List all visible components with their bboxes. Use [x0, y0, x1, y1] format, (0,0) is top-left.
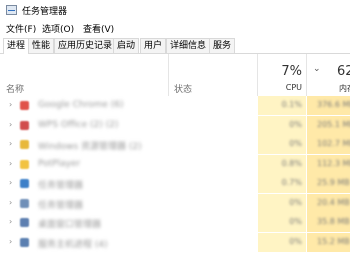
- task-manager-icon: [6, 5, 17, 15]
- process-name: 任务管理器: [38, 200, 84, 211]
- memory-value: 205.1 MB: [317, 119, 350, 129]
- memory-value: 35.8 MB: [317, 217, 350, 226]
- process-icon: [20, 140, 29, 149]
- tab-details[interactable]: 详细信息: [166, 38, 211, 53]
- process-name: WPS Office (2) (2): [38, 119, 119, 130]
- menu-file[interactable]: 文件(F): [6, 22, 36, 35]
- expand-chevron-icon[interactable]: ›: [9, 139, 12, 148]
- cpu-cell: 0%: [258, 135, 306, 154]
- tab-performance[interactable]: 性能: [28, 38, 55, 53]
- column-status[interactable]: 状态: [174, 82, 192, 95]
- cpu-cell: 0%: [258, 232, 306, 252]
- table-row[interactable]: › PotPlayer 0.8% 112.3 MB: [0, 154, 350, 174]
- column-name[interactable]: 名称: [6, 82, 24, 95]
- window-title: 任务管理器: [22, 7, 68, 17]
- process-icon: [20, 237, 29, 247]
- cpu-cell: 0.1%: [258, 96, 306, 115]
- table-row[interactable]: › 服务主机进程 (4) 0% 15.2 MB: [0, 232, 350, 252]
- process-icon: [20, 120, 29, 130]
- menu-view[interactable]: 查看(V): [83, 22, 114, 35]
- tab-services[interactable]: 服务: [209, 38, 236, 53]
- menu-bar: 文件(F) 选项(O) 查看(V): [0, 21, 350, 35]
- memory-value: 15.2 MB: [317, 236, 350, 246]
- cpu-value: 0%: [289, 197, 302, 207]
- column-headers: 名称 状态 7% CPU ⌄ 62% 内存: [0, 54, 350, 96]
- cpu-cell: 0.8%: [258, 154, 306, 174]
- title-bar: 任务管理器: [0, 0, 350, 20]
- cpu-value: 0.1%: [281, 100, 302, 109]
- column-divider: [168, 54, 169, 96]
- memory-value: 376.6 MB: [317, 100, 350, 109]
- process-name: Google Chrome (6): [38, 100, 124, 110]
- memory-value: 25.9 MB: [317, 178, 350, 187]
- column-memory[interactable]: ⌄ 62% 内存: [307, 54, 350, 96]
- cpu-value: 0.8%: [281, 158, 302, 168]
- expand-chevron-icon[interactable]: ›: [9, 198, 12, 207]
- table-row[interactable]: › 桌面窗口管理器 0% 35.8 MB: [0, 213, 350, 232]
- memory-cell: 25.9 MB: [307, 174, 350, 193]
- memory-cell: 20.4 MB: [307, 193, 350, 213]
- process-icon: [20, 179, 29, 188]
- sort-chevron-down-icon: ⌄: [313, 64, 321, 74]
- cpu-label: CPU: [285, 83, 302, 92]
- expand-chevron-icon[interactable]: ›: [9, 100, 12, 109]
- table-row[interactable]: › 任务管理器 0.7% 25.9 MB: [0, 174, 350, 193]
- memory-cell: 15.2 MB: [307, 232, 350, 252]
- tab-bar: 进程 性能 应用历史记录 启动 用户 详细信息 服务: [0, 38, 350, 54]
- table-row[interactable]: › 任务管理器 0% 20.4 MB: [0, 193, 350, 213]
- process-icon: [20, 101, 29, 110]
- cpu-value: 0.7%: [281, 178, 302, 187]
- process-icon: [20, 159, 29, 169]
- memory-cell: 205.1 MB: [307, 115, 350, 135]
- cpu-value: 0%: [289, 217, 302, 226]
- memory-cell: 112.3 MB: [307, 154, 350, 174]
- expand-chevron-icon[interactable]: ›: [9, 237, 12, 246]
- memory-total-percent: 62%: [337, 64, 350, 79]
- memory-cell: 35.8 MB: [307, 213, 350, 232]
- memory-value: 20.4 MB: [317, 197, 350, 207]
- process-icon: [20, 198, 29, 208]
- process-list: › Google Chrome (6) 0.1% 376.6 MB › WPS Offic…: [0, 96, 350, 260]
- cpu-total-percent: 7%: [281, 64, 302, 79]
- expand-chevron-icon[interactable]: ›: [9, 120, 12, 129]
- tab-users[interactable]: 用户: [140, 38, 167, 53]
- expand-chevron-icon[interactable]: ›: [9, 217, 12, 226]
- process-name: 任务管理器: [38, 181, 84, 191]
- process-name: 桌面窗口管理器: [38, 220, 102, 230]
- cpu-value: 0%: [289, 119, 302, 129]
- process-name: Windows 资源管理器 (2): [38, 142, 142, 152]
- expand-chevron-icon[interactable]: ›: [9, 178, 12, 187]
- memory-cell: 102.7 MB: [307, 135, 350, 154]
- cpu-cell: 0%: [258, 193, 306, 213]
- tab-processes[interactable]: 进程: [3, 38, 30, 54]
- memory-value: 112.3 MB: [317, 158, 350, 168]
- process-icon: [20, 218, 29, 227]
- table-row[interactable]: › WPS Office (2) (2) 0% 205.1 MB: [0, 115, 350, 135]
- menu-options[interactable]: 选项(O): [42, 22, 74, 35]
- cpu-value: 0%: [289, 139, 302, 148]
- memory-label: 内存: [339, 84, 350, 93]
- expand-chevron-icon[interactable]: ›: [9, 159, 12, 168]
- process-name: 服务主机进程 (4): [38, 239, 108, 250]
- table-row[interactable]: › Google Chrome (6) 0.1% 376.6 MB: [0, 96, 350, 115]
- memory-cell: 376.6 MB: [307, 96, 350, 115]
- process-name: PotPlayer: [38, 158, 81, 169]
- tab-app-history[interactable]: 应用历史记录: [54, 38, 117, 53]
- tab-startup[interactable]: 启动: [113, 38, 140, 53]
- memory-value: 102.7 MB: [317, 139, 350, 148]
- cpu-cell: 0.7%: [258, 174, 306, 193]
- cpu-cell: 0%: [258, 213, 306, 232]
- column-cpu[interactable]: 7% CPU: [258, 54, 306, 96]
- table-row[interactable]: › Windows 资源管理器 (2) 0% 102.7 MB: [0, 135, 350, 154]
- cpu-value: 0%: [289, 236, 302, 246]
- cpu-cell: 0%: [258, 115, 306, 135]
